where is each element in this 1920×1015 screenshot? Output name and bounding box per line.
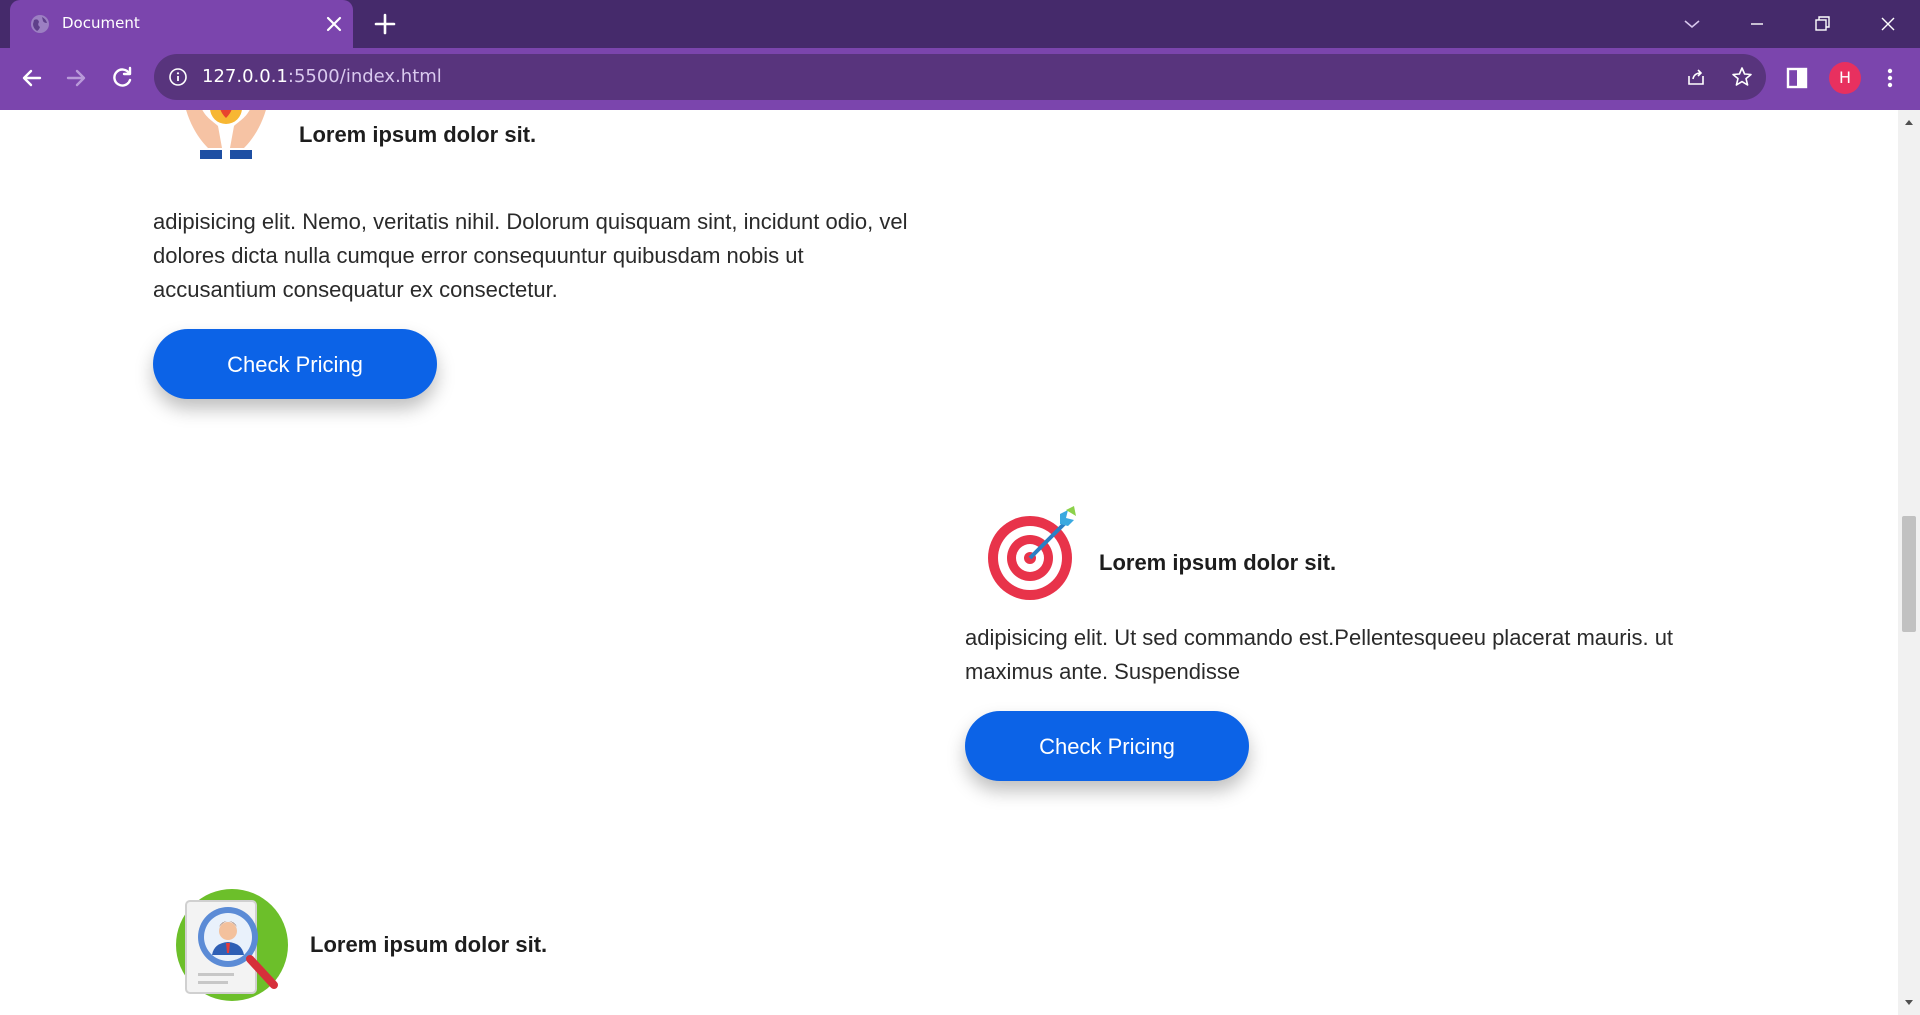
tab-strip: Document <box>0 0 1920 48</box>
browser-toolbar: 127.0.0.1:5500/index.html H <box>0 48 1920 108</box>
scroll-up-icon[interactable] <box>1903 116 1915 128</box>
share-icon[interactable] <box>1684 65 1708 89</box>
forward-icon[interactable] <box>60 62 92 94</box>
star-icon[interactable] <box>1730 65 1754 89</box>
profile-avatar[interactable]: H <box>1829 62 1861 94</box>
feature-title: Lorem ipsum dolor sit. <box>310 932 548 957</box>
back-icon[interactable] <box>16 62 48 94</box>
scroll-down-icon[interactable] <box>1903 997 1915 1009</box>
check-pricing-button[interactable]: Check Pricing <box>965 711 1249 781</box>
close-icon[interactable] <box>322 12 346 36</box>
more-icon[interactable] <box>1876 64 1904 92</box>
url-path: :5500/index.html <box>287 66 442 87</box>
feature-description: adipisicing elit. Nemo, veritatis nihil.… <box>153 209 908 302</box>
address-bar[interactable]: 127.0.0.1:5500/index.html <box>154 54 1766 100</box>
window-close-icon[interactable] <box>1876 12 1900 36</box>
url-text[interactable]: 127.0.0.1:5500/index.html <box>202 66 442 87</box>
minimize-icon[interactable] <box>1745 12 1769 36</box>
candidate-search-icon <box>176 889 288 1001</box>
url-host: 127.0.0.1 <box>202 66 288 87</box>
side-panel-icon[interactable] <box>1783 64 1811 92</box>
scroll-thumb[interactable] <box>1902 516 1916 632</box>
restore-icon[interactable] <box>1810 12 1834 36</box>
feature-title: Lorem ipsum dolor sit. <box>299 122 537 147</box>
check-pricing-button[interactable]: Check Pricing <box>153 329 437 399</box>
page-scrollbar[interactable] <box>1898 110 1920 1015</box>
chevron-down-icon[interactable] <box>1680 12 1704 36</box>
reload-icon[interactable] <box>106 62 138 94</box>
info-icon[interactable] <box>168 67 188 87</box>
hands-heart-icon <box>186 110 266 159</box>
page-viewport: Lorem ipsum dolor sit. adipisicing elit.… <box>0 110 1898 1015</box>
globe-icon <box>31 15 49 33</box>
tab-title: Document <box>62 14 140 32</box>
target-arrow-icon <box>988 506 1076 600</box>
browser-tab[interactable]: Document <box>10 0 353 48</box>
plus-icon[interactable] <box>372 11 398 37</box>
feature-description: adipisicing elit. Ut sed commando est.Pe… <box>965 625 1674 684</box>
feature-title: Lorem ipsum dolor sit. <box>1099 550 1337 575</box>
